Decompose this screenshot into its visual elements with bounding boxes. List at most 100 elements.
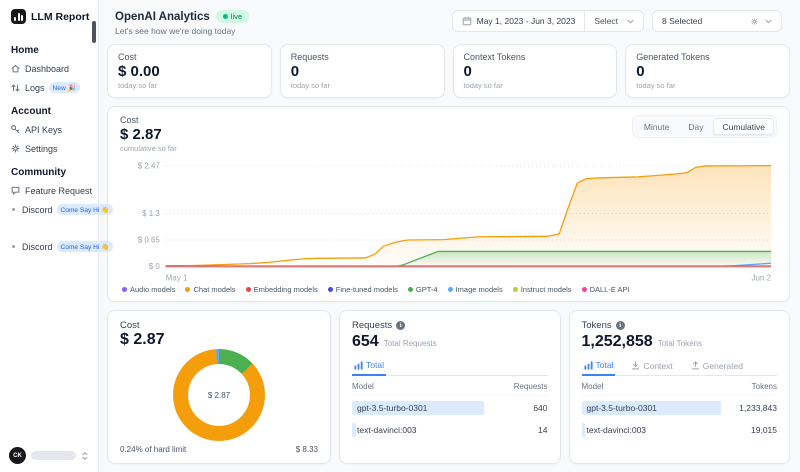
info-icon[interactable]: i xyxy=(616,321,625,330)
table-row[interactable]: gpt-3.5-turbo-0301 640 xyxy=(352,398,548,418)
cost-breakdown-card: Cost $ 2.87 $ 2.87 0.24% of hard limit $… xyxy=(107,310,331,464)
main-content: OpenAI Analytics live Let's see how we'r… xyxy=(99,0,800,472)
legend-dot xyxy=(246,287,251,292)
sidebar-item-feature-request[interactable]: Feature Request xyxy=(0,181,98,200)
sidebar-item-api-keys[interactable]: API Keys xyxy=(0,120,98,139)
date-range-control: May 1, 2023 - Jun 3, 2023 Select xyxy=(452,10,644,32)
svg-text:$ 0: $ 0 xyxy=(149,262,161,271)
tokens-total: 1,252,858 xyxy=(582,333,653,351)
sidebar-item-label: Discord xyxy=(22,205,53,215)
legend-embedding-models[interactable]: Embedding models xyxy=(246,285,318,294)
granularity-toggle: Minute Day Cumulative xyxy=(632,115,777,138)
bar-chart-icon xyxy=(584,361,593,370)
sidebar-item-logs[interactable]: Logs New 🎉 xyxy=(0,78,98,97)
stat-card-cost: Cost $ 0.00 today so far xyxy=(107,44,272,98)
brand-logo-icon xyxy=(11,9,26,24)
requests-table-header: ModelRequests xyxy=(352,376,548,396)
settings-icon[interactable] xyxy=(750,17,759,26)
sidebar: LLM Report Home Dashboard Logs New 🎉 Acc… xyxy=(0,0,99,472)
tokens-card: Tokens i 1,252,858 Total Tokens Total Co… xyxy=(569,310,791,464)
bullet-icon xyxy=(12,245,15,248)
sidebar-item-label: Logs xyxy=(25,83,45,93)
sidebar-item-dashboard[interactable]: Dashboard xyxy=(0,59,98,78)
legend-dot xyxy=(328,287,333,292)
new-badge: New 🎉 xyxy=(49,82,80,93)
chart-legend: Audio models Chat models Embedding model… xyxy=(120,284,777,298)
legend-dot xyxy=(408,287,413,292)
svg-text:Jun 2: Jun 2 xyxy=(752,273,772,282)
stat-card-requests: Requests 0 today so far xyxy=(280,44,445,98)
date-range-picker[interactable]: May 1, 2023 - Jun 3, 2023 xyxy=(453,11,585,31)
hard-limit-text: 0.24% of hard limit xyxy=(120,445,186,454)
home-icon xyxy=(10,63,21,74)
date-preset-select[interactable]: Select xyxy=(585,11,643,31)
sidebar-item-settings[interactable]: Settings xyxy=(0,139,98,158)
brand[interactable]: LLM Report xyxy=(0,9,98,24)
legend-image-models[interactable]: Image models xyxy=(448,285,503,294)
live-dot-icon xyxy=(223,14,228,19)
bar-chart-icon xyxy=(354,361,363,370)
arrow-down-icon xyxy=(631,361,640,370)
svg-text:May 1: May 1 xyxy=(166,273,188,282)
cost-chart-card: Cost $ 2.87 cumulative so far Minute Day… xyxy=(107,106,790,302)
tab-generated[interactable]: Generated xyxy=(689,360,745,375)
legend-chat-models[interactable]: Chat models xyxy=(185,285,235,294)
toggle-cumulative[interactable]: Cumulative xyxy=(713,118,774,135)
tokens-card-title: Tokens xyxy=(582,320,612,331)
table-row[interactable]: gpt-3.5-turbo-0301 1,233,843 xyxy=(582,398,778,418)
sidebar-item-discord-2[interactable]: Discord Come Say Hi 👋 xyxy=(0,237,98,256)
sidebar-item-label: Settings xyxy=(25,144,58,154)
toggle-minute[interactable]: Minute xyxy=(635,118,679,135)
tab-total[interactable]: Total xyxy=(352,360,386,376)
user-account-selector[interactable]: CK xyxy=(0,447,98,464)
nav-heading-community: Community xyxy=(0,167,98,178)
toggle-day[interactable]: Day xyxy=(679,118,712,135)
live-badge: live xyxy=(216,10,249,23)
svg-text:$ 1.3: $ 1.3 xyxy=(142,209,160,218)
legend-gpt4[interactable]: GPT-4 xyxy=(408,285,438,294)
brand-name: LLM Report xyxy=(31,11,89,23)
sidebar-item-label: Feature Request xyxy=(25,186,92,196)
svg-text:$ 2.47: $ 2.47 xyxy=(138,162,161,171)
stat-card-context-tokens: Context Tokens 0 today so far xyxy=(453,44,618,98)
tab-total[interactable]: Total xyxy=(582,360,616,376)
chevron-down-icon xyxy=(627,19,634,24)
stat-card-generated-tokens: Generated Tokens 0 today so far xyxy=(625,44,790,98)
nav-heading-home: Home xyxy=(0,45,98,56)
svg-text:$ 0.65: $ 0.65 xyxy=(138,236,161,245)
stats-row: Cost $ 0.00 today so far Requests 0 toda… xyxy=(107,44,790,98)
cost-donut[interactable]: $ 2.87 xyxy=(173,349,265,441)
requests-total: 654 xyxy=(352,333,379,351)
sidebar-spacer xyxy=(0,219,98,237)
table-row[interactable]: text-davinci:003 14 xyxy=(352,420,548,440)
models-select-value: 8 Selected xyxy=(662,16,702,26)
user-avatar: CK xyxy=(9,447,26,464)
sidebar-item-discord-1[interactable]: Discord Come Say Hi 👋 xyxy=(0,200,98,219)
sidebar-item-label: Discord xyxy=(22,242,53,252)
page-subtitle: Let's see how we're doing today xyxy=(115,26,249,36)
sidebar-scrollbar-thumb[interactable] xyxy=(92,21,96,43)
legend-dot xyxy=(582,287,587,292)
models-select[interactable]: 8 Selected xyxy=(652,10,782,32)
table-row[interactable]: text-davinci:003 19,015 xyxy=(582,420,778,440)
donut-center-label: $ 2.87 xyxy=(208,391,230,400)
cost-card-value: $ 2.87 xyxy=(120,331,318,349)
cost-area-chart[interactable]: $ 2.47 $ 1.3 $ 0.65 $ 0 May 1 Jun 2 xyxy=(120,155,777,284)
tab-context[interactable]: Context xyxy=(629,360,674,375)
chevron-down-icon xyxy=(765,19,772,24)
tokens-tabs: Total Context Generated xyxy=(582,360,778,376)
come-say-hi-badge: Come Say Hi 👋 xyxy=(57,241,114,252)
arrow-up-icon xyxy=(691,361,700,370)
date-preset-label: Select xyxy=(594,16,618,26)
legend-audio-models[interactable]: Audio models xyxy=(122,285,175,294)
info-icon[interactable]: i xyxy=(396,321,405,330)
gear-icon xyxy=(10,143,21,154)
legend-dot xyxy=(448,287,453,292)
page-title: OpenAI Analytics xyxy=(115,11,210,23)
legend-dalle-api[interactable]: DALL-E API xyxy=(582,285,630,294)
requests-tabs: Total xyxy=(352,360,548,376)
bottom-cards-row: Cost $ 2.87 $ 2.87 0.24% of hard limit $… xyxy=(107,310,790,464)
legend-instruct-models[interactable]: Instruct models xyxy=(513,285,572,294)
chart-title: Cost xyxy=(120,115,177,125)
legend-fine-tuned-models[interactable]: Fine-tuned models xyxy=(328,285,398,294)
